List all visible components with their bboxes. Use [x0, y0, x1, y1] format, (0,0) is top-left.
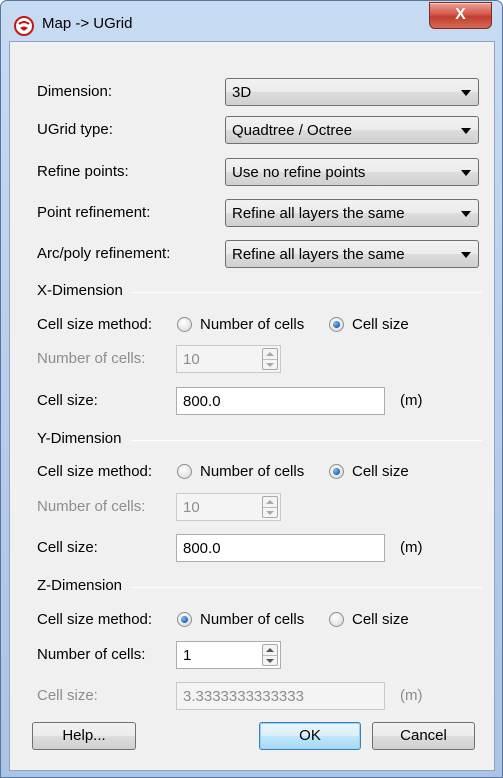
ok-button[interactable]: OK: [259, 722, 361, 750]
refine-points-label: Refine points:: [37, 163, 129, 180]
x-radio-number-of-cells[interactable]: Number of cells: [177, 316, 304, 333]
y-dimension-group: Y-Dimension: [37, 430, 482, 450]
ugrid-type-value: Quadtree / Octree: [232, 122, 353, 139]
z-cell-size-unit: (m): [400, 687, 423, 704]
stepper-up-icon: [266, 352, 274, 356]
z-dimension-title: Z-Dimension: [37, 577, 123, 594]
arc-poly-refinement-value: Refine all layers the same: [232, 246, 405, 263]
x-radio-cell-size-label: Cell size: [352, 316, 409, 333]
x-number-of-cells-stepper[interactable]: [262, 348, 278, 370]
help-button[interactable]: Help...: [32, 722, 136, 750]
button-bar: Help... OK Cancel: [10, 722, 496, 752]
radio-selected-icon: [329, 317, 344, 332]
y-dimension-title: Y-Dimension: [37, 430, 122, 447]
z-number-of-cells-stepper[interactable]: [262, 644, 278, 666]
dimension-value: 3D: [232, 84, 252, 101]
radio-selected-icon: [177, 612, 192, 627]
x-cell-size-row: Cell size: 800.0 (m): [37, 387, 482, 415]
dimension-label: Dimension:: [37, 83, 113, 100]
window-title: Map -> UGrid: [42, 15, 133, 32]
chevron-down-icon: [461, 90, 471, 96]
arc-poly-refinement-dropdown[interactable]: Refine all layers the same: [225, 240, 479, 268]
x-number-of-cells-label: Number of cells:: [37, 350, 146, 367]
dialog-body: Dimension: 3D UGrid type: Quadtree / Oct…: [9, 41, 495, 771]
y-radio-number-of-cells[interactable]: Number of cells: [177, 463, 304, 480]
z-cell-size-input[interactable]: 3.3333333333333: [176, 682, 385, 710]
z-number-of-cells-label: Number of cells:: [37, 646, 146, 663]
x-dimension-group: X-Dimension: [37, 282, 482, 302]
y-radio-cell-size-label: Cell size: [352, 463, 409, 480]
refine-points-dropdown[interactable]: Use no refine points: [225, 158, 479, 186]
stepper-divider: [263, 655, 277, 656]
z-radio-cell-size[interactable]: Cell size: [329, 611, 409, 628]
y-number-of-cells-label: Number of cells:: [37, 498, 146, 515]
radio-selected-icon: [329, 464, 344, 479]
z-cell-size-row: Cell size: 3.3333333333333 (m): [37, 682, 482, 710]
ugrid-type-row: UGrid type: Quadtree / Octree: [10, 116, 496, 144]
z-radio-number-of-cells[interactable]: Number of cells: [177, 611, 304, 628]
stepper-down-icon: [266, 363, 274, 367]
refine-points-row: Refine points: Use no refine points: [10, 158, 496, 186]
point-refinement-label: Point refinement:: [37, 204, 151, 221]
z-radio-cell-size-label: Cell size: [352, 611, 409, 628]
dimension-row: Dimension: 3D: [10, 78, 496, 106]
title-bar[interactable]: Map -> UGrid X: [1, 1, 502, 41]
dimension-dropdown[interactable]: 3D: [225, 78, 479, 106]
x-dimension-title: X-Dimension: [37, 282, 123, 299]
ugrid-type-dropdown[interactable]: Quadtree / Octree: [225, 116, 479, 144]
x-cell-size-method-label: Cell size method:: [37, 316, 153, 333]
app-logo-icon: [14, 16, 34, 36]
arc-poly-refinement-row: Arc/poly refinement: Refine all layers t…: [10, 240, 496, 268]
x-cell-size-label: Cell size:: [37, 392, 98, 409]
y-number-of-cells-row: Number of cells: 10: [37, 493, 482, 521]
z-dimension-group: Z-Dimension: [37, 577, 482, 597]
point-refinement-dropdown[interactable]: Refine all layers the same: [225, 199, 479, 227]
y-cell-size-method-row: Cell size method: Number of cells Cell s…: [37, 460, 477, 484]
chevron-down-icon: [461, 211, 471, 217]
dialog-window: Map -> UGrid X Dimension: 3D UGrid type:…: [0, 0, 503, 778]
x-cell-size-method-row: Cell size method: Number of cells Cell s…: [37, 313, 477, 337]
z-cell-size-label: Cell size:: [37, 687, 98, 704]
refine-points-value: Use no refine points: [232, 164, 366, 181]
radio-unselected-icon: [177, 317, 192, 332]
cancel-button[interactable]: Cancel: [372, 722, 475, 750]
z-radio-number-of-cells-label: Number of cells: [200, 611, 305, 628]
z-cell-size-method-label: Cell size method:: [37, 611, 153, 628]
radio-unselected-icon: [329, 612, 344, 627]
y-cell-size-method-label: Cell size method:: [37, 463, 153, 480]
stepper-up-icon: [266, 648, 274, 652]
stepper-divider: [263, 359, 277, 360]
chevron-down-icon: [461, 252, 471, 258]
point-refinement-value: Refine all layers the same: [232, 205, 405, 222]
x-radio-number-of-cells-label: Number of cells: [200, 316, 305, 333]
z-number-of-cells-row: Number of cells: 1: [37, 641, 482, 669]
y-cell-size-unit: (m): [400, 539, 423, 556]
y-cell-size-row: Cell size: 800.0 (m): [37, 534, 482, 562]
x-cell-size-input[interactable]: 800.0: [176, 387, 385, 415]
group-divider: [131, 292, 482, 293]
y-cell-size-label: Cell size:: [37, 539, 98, 556]
point-refinement-row: Point refinement: Refine all layers the …: [10, 199, 496, 227]
y-number-of-cells-stepper[interactable]: [262, 496, 278, 518]
arc-poly-refinement-label: Arc/poly refinement:: [37, 245, 171, 262]
stepper-down-icon: [266, 511, 274, 515]
radio-unselected-icon: [177, 464, 192, 479]
chevron-down-icon: [461, 170, 471, 176]
stepper-divider: [263, 507, 277, 508]
stepper-up-icon: [266, 500, 274, 504]
y-cell-size-input[interactable]: 800.0: [176, 534, 385, 562]
chevron-down-icon: [461, 128, 471, 134]
x-number-of-cells-row: Number of cells: 10: [37, 345, 482, 373]
x-radio-cell-size[interactable]: Cell size: [329, 316, 409, 333]
stepper-down-icon: [266, 659, 274, 663]
x-cell-size-unit: (m): [400, 392, 423, 409]
y-radio-number-of-cells-label: Number of cells: [200, 463, 305, 480]
y-radio-cell-size[interactable]: Cell size: [329, 463, 409, 480]
group-divider: [131, 587, 482, 588]
group-divider: [131, 440, 482, 441]
z-cell-size-method-row: Cell size method: Number of cells Cell s…: [37, 608, 477, 632]
ugrid-type-label: UGrid type:: [37, 121, 113, 138]
close-button[interactable]: X: [429, 2, 492, 29]
